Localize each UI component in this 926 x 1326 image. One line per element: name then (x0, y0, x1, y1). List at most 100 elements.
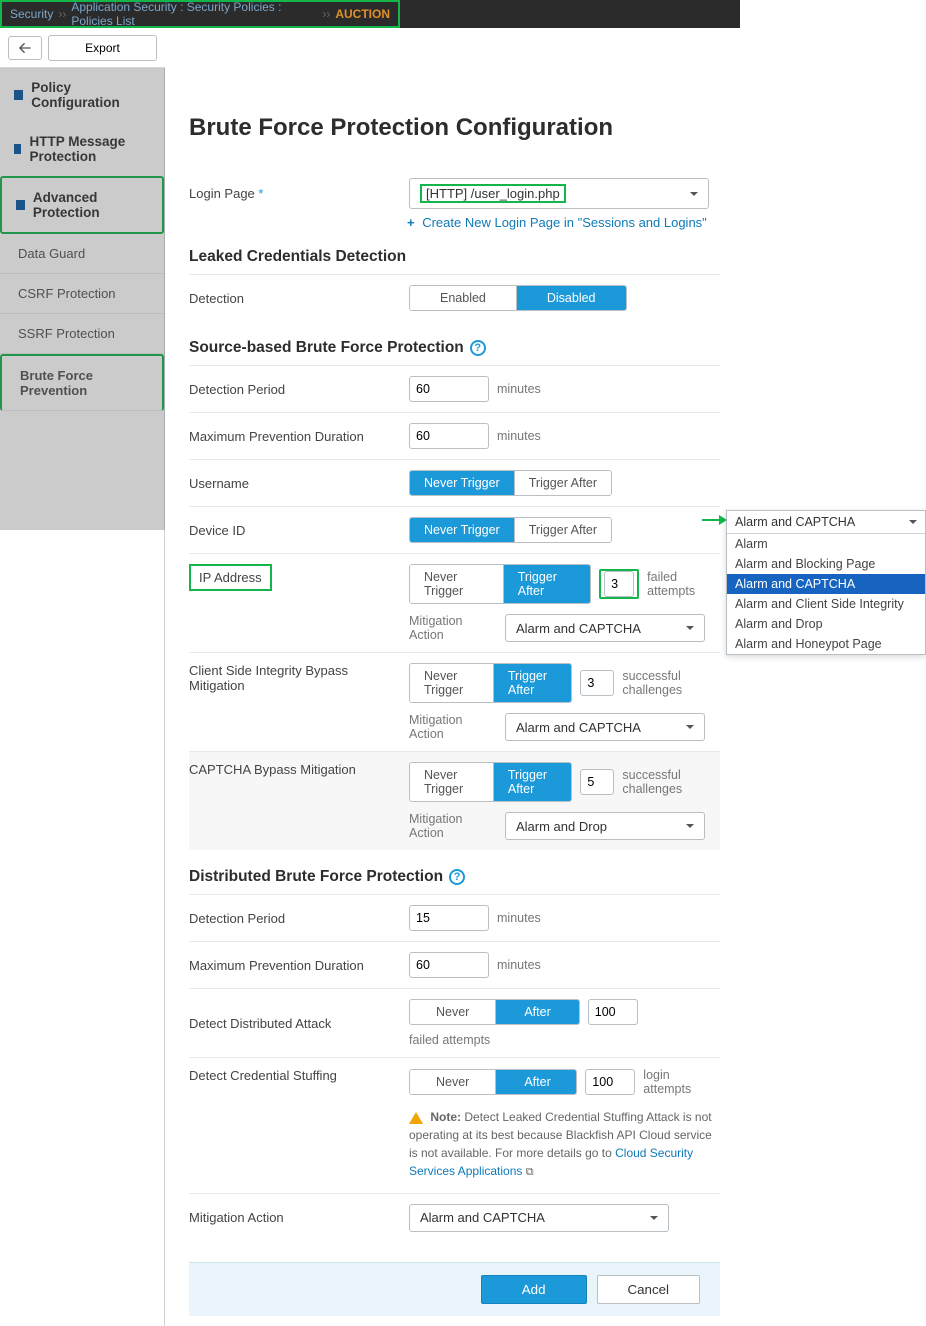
dist-mitigation-label: Mitigation Action (189, 1210, 399, 1225)
required-icon: * (258, 186, 263, 201)
never-button[interactable]: Never (410, 1000, 496, 1024)
footer-bar: Add Cancel (189, 1262, 720, 1316)
ip-count-input[interactable] (604, 571, 634, 597)
help-icon[interactable]: ? (470, 340, 486, 356)
login-page-select[interactable]: [HTTP] /user_login.php (409, 178, 709, 209)
dist-max-prev-label: Maximum Prevention Duration (189, 958, 399, 973)
leaked-section-title: Leaked Credentials Detection (189, 248, 720, 266)
captcha-mitigation-select[interactable]: Alarm and Drop (505, 812, 705, 840)
dropdown-option[interactable]: Alarm and Drop (727, 614, 925, 634)
ip-address-label: IP Address (189, 564, 399, 591)
create-login-page-link[interactable]: Create New Login Page in "Sessions and L… (422, 215, 707, 230)
after-button[interactable]: After (496, 1000, 578, 1024)
unit-label: minutes (497, 382, 541, 396)
ip-toggle: Never Trigger Trigger After (409, 564, 591, 604)
page-title: Brute Force Protection Configuration (189, 114, 720, 142)
note-box: Note: Detect Leaked Credential Stuffing … (409, 1104, 720, 1183)
mitigation-label: Mitigation Action (409, 614, 497, 642)
client-toggle: Never Trigger Trigger After (409, 663, 572, 703)
add-button[interactable]: Add (481, 1275, 587, 1304)
detect-stuff-count-input[interactable] (585, 1069, 635, 1095)
trigger-after-button[interactable]: Trigger After (504, 565, 590, 603)
dropdown-option[interactable]: Alarm (727, 534, 925, 554)
sidebar: Policy Configuration HTTP Message Protec… (0, 68, 165, 1326)
captcha-count-input[interactable] (580, 769, 614, 795)
unit-label: minutes (497, 911, 541, 925)
export-button[interactable]: Export (48, 35, 157, 61)
unit-label: successful challenges (622, 768, 720, 796)
detect-dist-attack-label: Detect Distributed Attack (189, 1016, 399, 1031)
detect-stuff-toggle: Never After (409, 1069, 577, 1095)
sidebar-item-data-guard[interactable]: Data Guard (0, 234, 164, 274)
trigger-after-button[interactable]: Trigger After (515, 471, 611, 495)
help-icon[interactable]: ? (449, 869, 465, 885)
main-panel: Brute Force Protection Configuration Log… (165, 68, 740, 1326)
never-trigger-button[interactable]: Never Trigger (410, 565, 504, 603)
caret-icon (14, 144, 21, 154)
unit-label: successful challenges (622, 669, 720, 697)
dist-detection-period-label: Detection Period (189, 911, 399, 926)
detection-label: Detection (189, 291, 399, 306)
warning-icon (409, 1112, 423, 1124)
mitigation-label: Mitigation Action (409, 812, 497, 840)
username-label: Username (189, 476, 399, 491)
sidebar-group-policy[interactable]: Policy Configuration (0, 68, 164, 122)
trigger-after-button[interactable]: Trigger After (494, 763, 572, 801)
never-trigger-button[interactable]: Never Trigger (410, 763, 494, 801)
enabled-button[interactable]: Enabled (410, 286, 517, 310)
sidebar-group-label: Advanced Protection (33, 190, 152, 220)
never-trigger-button[interactable]: Never Trigger (410, 664, 494, 702)
crumb-sep: ›› (322, 7, 330, 21)
client-mitigation-select[interactable]: Alarm and CAPTCHA (505, 713, 705, 741)
cancel-button[interactable]: Cancel (597, 1275, 701, 1304)
max-prevention-label: Maximum Prevention Duration (189, 429, 399, 444)
sidebar-group-advanced[interactable]: Advanced Protection (0, 176, 164, 234)
dropdown-option-selected[interactable]: Alarm and CAPTCHA (727, 574, 925, 594)
dropdown-option[interactable]: Alarm and Honeypot Page (727, 634, 925, 654)
sidebar-item-ssrf[interactable]: SSRF Protection (0, 314, 164, 354)
username-toggle: Never Trigger Trigger After (409, 470, 612, 496)
unit-label: failed attempts (647, 570, 720, 598)
sidebar-group-label: HTTP Message Protection (29, 134, 154, 164)
never-trigger-button[interactable]: Never Trigger (410, 471, 515, 495)
sidebar-group-http[interactable]: HTTP Message Protection (0, 122, 164, 176)
detect-attack-toggle: Never After (409, 999, 580, 1025)
login-page-label: Login Page * (189, 186, 399, 201)
client-integrity-label: Client Side Integrity Bypass Mitigation (189, 663, 399, 693)
sidebar-item-brute-force[interactable]: Brute Force Prevention (0, 354, 164, 411)
detection-period-input[interactable] (409, 376, 489, 402)
dropdown-option[interactable]: Alarm and Blocking Page (727, 554, 925, 574)
dist-mitigation-select[interactable]: Alarm and CAPTCHA (409, 1204, 669, 1232)
ip-mitigation-select[interactable]: Alarm and CAPTCHA (505, 614, 705, 642)
back-button[interactable] (8, 36, 42, 60)
dropdown-option[interactable]: Alarm and Client Side Integrity (727, 594, 925, 614)
never-button[interactable]: Never (410, 1070, 496, 1094)
dist-max-prev-input[interactable] (409, 952, 489, 978)
unit-label: failed attempts (409, 1033, 490, 1047)
dist-detection-period-input[interactable] (409, 905, 489, 931)
never-trigger-button[interactable]: Never Trigger (410, 518, 515, 542)
disabled-button[interactable]: Disabled (517, 286, 626, 310)
dropdown-head[interactable]: Alarm and CAPTCHA (727, 511, 925, 534)
external-link-icon: ⧉ (526, 1164, 534, 1181)
device-toggle: Never Trigger Trigger After (409, 517, 612, 543)
caret-icon (16, 200, 25, 210)
plus-icon: + (407, 215, 415, 230)
sidebar-item-csrf[interactable]: CSRF Protection (0, 274, 164, 314)
trigger-after-button[interactable]: Trigger After (494, 664, 572, 702)
detect-attack-count-input[interactable] (588, 999, 638, 1025)
caret-icon (14, 90, 23, 100)
login-page-value: [HTTP] /user_login.php (420, 184, 566, 203)
trigger-after-button[interactable]: Trigger After (515, 518, 611, 542)
client-count-input[interactable] (580, 670, 614, 696)
dist-section-title: Distributed Brute Force Protection ? (189, 868, 720, 886)
source-section-title: Source-based Brute Force Protection ? (189, 339, 720, 357)
detection-toggle: Enabled Disabled (409, 285, 627, 311)
crumb-root[interactable]: Security (10, 7, 53, 21)
crumb-path[interactable]: Application Security : Security Policies… (71, 0, 317, 28)
detection-period-label: Detection Period (189, 382, 399, 397)
unit-label: login attempts (643, 1068, 720, 1096)
max-prevention-input[interactable] (409, 423, 489, 449)
after-button[interactable]: After (496, 1070, 577, 1094)
captcha-toggle: Never Trigger Trigger After (409, 762, 572, 802)
